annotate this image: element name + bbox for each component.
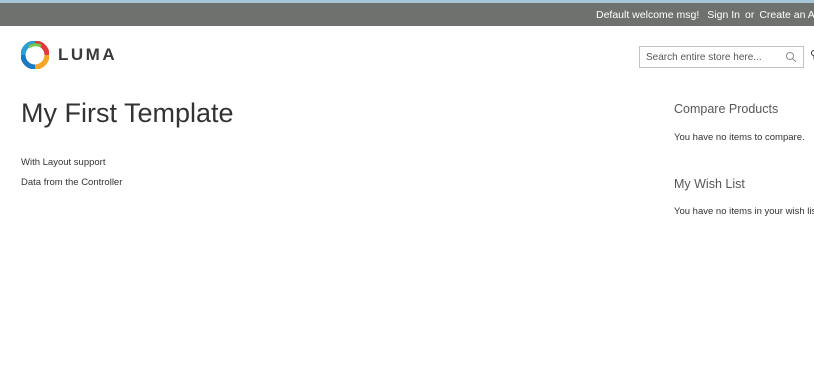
or-separator: or	[745, 8, 755, 21]
wishlist-empty: You have no items in your wish lis	[674, 206, 814, 217]
search-box	[639, 46, 804, 68]
compare-products-title: Compare Products	[674, 102, 779, 116]
create-account-link[interactable]: Create an Accou	[759, 9, 814, 21]
header-panel: Default welcome msg! Sign In or Create a…	[0, 0, 814, 26]
search-input[interactable]	[640, 47, 786, 68]
content-line: With Layout support	[21, 157, 106, 168]
cart-icon[interactable]: ⚲	[810, 48, 814, 61]
search-icon[interactable]	[785, 51, 797, 63]
header-links: Default welcome msg! Sign In or Create a…	[596, 3, 814, 26]
sign-in-link[interactable]: Sign In	[707, 9, 740, 21]
content-line: Data from the Controller	[21, 177, 123, 188]
luma-logo-icon	[21, 41, 49, 69]
wishlist-title: My Wish List	[674, 177, 745, 191]
store-logo[interactable]: LUMA	[21, 40, 117, 70]
page-title: My First Template	[21, 98, 234, 128]
compare-products-empty: You have no items to compare.	[674, 132, 805, 143]
welcome-message: Default welcome msg!	[596, 8, 700, 21]
page: Default welcome msg! Sign In or Create a…	[0, 0, 814, 376]
logo-text: LUMA	[58, 45, 118, 64]
